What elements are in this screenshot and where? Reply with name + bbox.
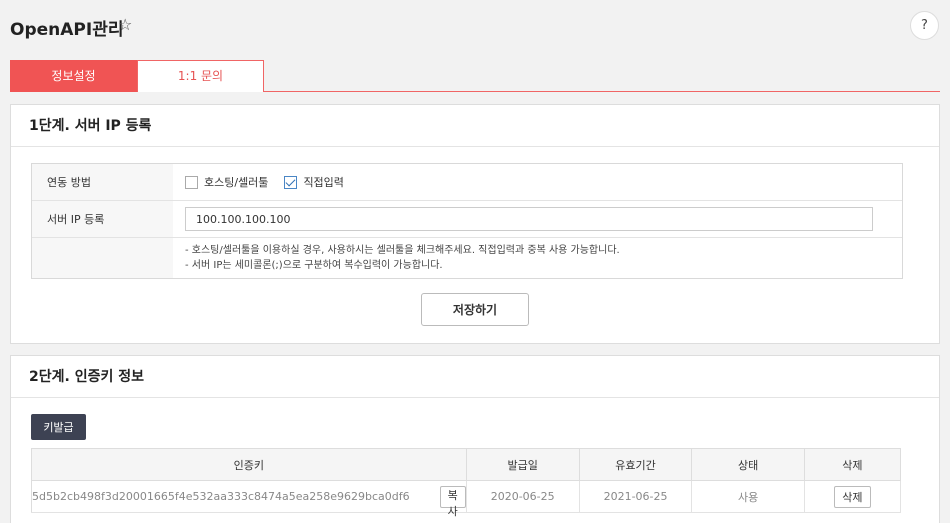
server-ip-label: 서버 IP 등록 <box>32 201 173 237</box>
col-status: 상태 <box>691 448 805 481</box>
option-direct[interactable]: 직접입력 <box>284 174 344 190</box>
help-button[interactable]: ? <box>910 11 939 40</box>
issued-date: 2020-06-25 <box>466 480 580 513</box>
copy-button[interactable]: 복사 <box>439 485 466 518</box>
page-title: OpenAPI관리 <box>10 20 124 40</box>
status-value: 사용 <box>691 480 805 513</box>
key-table: 인증키 발급일 유효기간 상태 삭제 5d5b2cb498f3d20001665… <box>31 448 902 518</box>
star-icon[interactable]: ☆ <box>118 15 132 34</box>
key-cell: 5d5b2cb498f3d20001665f4e532aa333c8474a5e… <box>31 480 467 518</box>
step1-title: 1단계. 서버 IP 등록 <box>11 105 939 147</box>
notes-label-cell <box>32 238 173 278</box>
table-row: 5d5b2cb498f3d20001665f4e532aa333c8474a5e… <box>31 480 902 518</box>
save-button[interactable]: 저장하기 <box>421 293 529 326</box>
direct-label: 직접입력 <box>303 176 344 189</box>
step2-panel: 2단계. 인증키 정보 키발급 인증키 발급일 유효기간 상태 삭제 5d5b2… <box>10 355 940 523</box>
expiry-date: 2021-06-25 <box>579 480 693 513</box>
hosting-checkbox[interactable] <box>185 175 198 189</box>
option-hosting[interactable]: 호스팅/셀러툴 <box>185 174 268 190</box>
direct-checkbox[interactable] <box>284 175 298 189</box>
note-line: - 호스팅/셀러툴을 이용하실 경우, 사용하시는 셀러툴을 체크해주세요. 직… <box>185 245 620 256</box>
tab-inquiry[interactable]: 1:1 문의 <box>137 60 264 92</box>
col-delete: 삭제 <box>804 448 902 481</box>
col-issued: 발급일 <box>466 448 580 481</box>
notes: - 호스팅/셀러툴을 이용하실 경우, 사용하시는 셀러툴을 체크해주세요. 직… <box>173 238 902 278</box>
server-ip-input[interactable] <box>185 207 873 231</box>
note-line: - 서버 IP는 세미콜론(;)으로 구분하여 복수입력이 가능합니다. <box>185 260 443 271</box>
server-ip-form: 연동 방법 호스팅/셀러툴 직접입력 서버 IP 등록 - 호스팅/셀러툴 <box>31 163 903 279</box>
hosting-label: 호스팅/셀러툴 <box>204 176 269 189</box>
col-expires: 유효기간 <box>579 448 693 481</box>
step2-title: 2단계. 인증키 정보 <box>11 356 939 398</box>
tab-bar: 정보설정 1:1 문의 <box>10 60 940 92</box>
step1-panel: 1단계. 서버 IP 등록 연동 방법 호스팅/셀러툴 직접입력 서버 IP 등… <box>10 104 940 344</box>
issue-key-button[interactable]: 키발급 <box>31 414 86 440</box>
tab-info-settings[interactable]: 정보설정 <box>10 60 137 92</box>
api-key-value: 5d5b2cb498f3d20001665f4e532aa333c8474a5e… <box>32 490 410 503</box>
link-method-label: 연동 방법 <box>32 164 173 200</box>
col-key: 인증키 <box>31 448 467 481</box>
delete-button[interactable]: 삭제 <box>834 485 871 508</box>
delete-cell: 삭제 <box>804 480 902 513</box>
